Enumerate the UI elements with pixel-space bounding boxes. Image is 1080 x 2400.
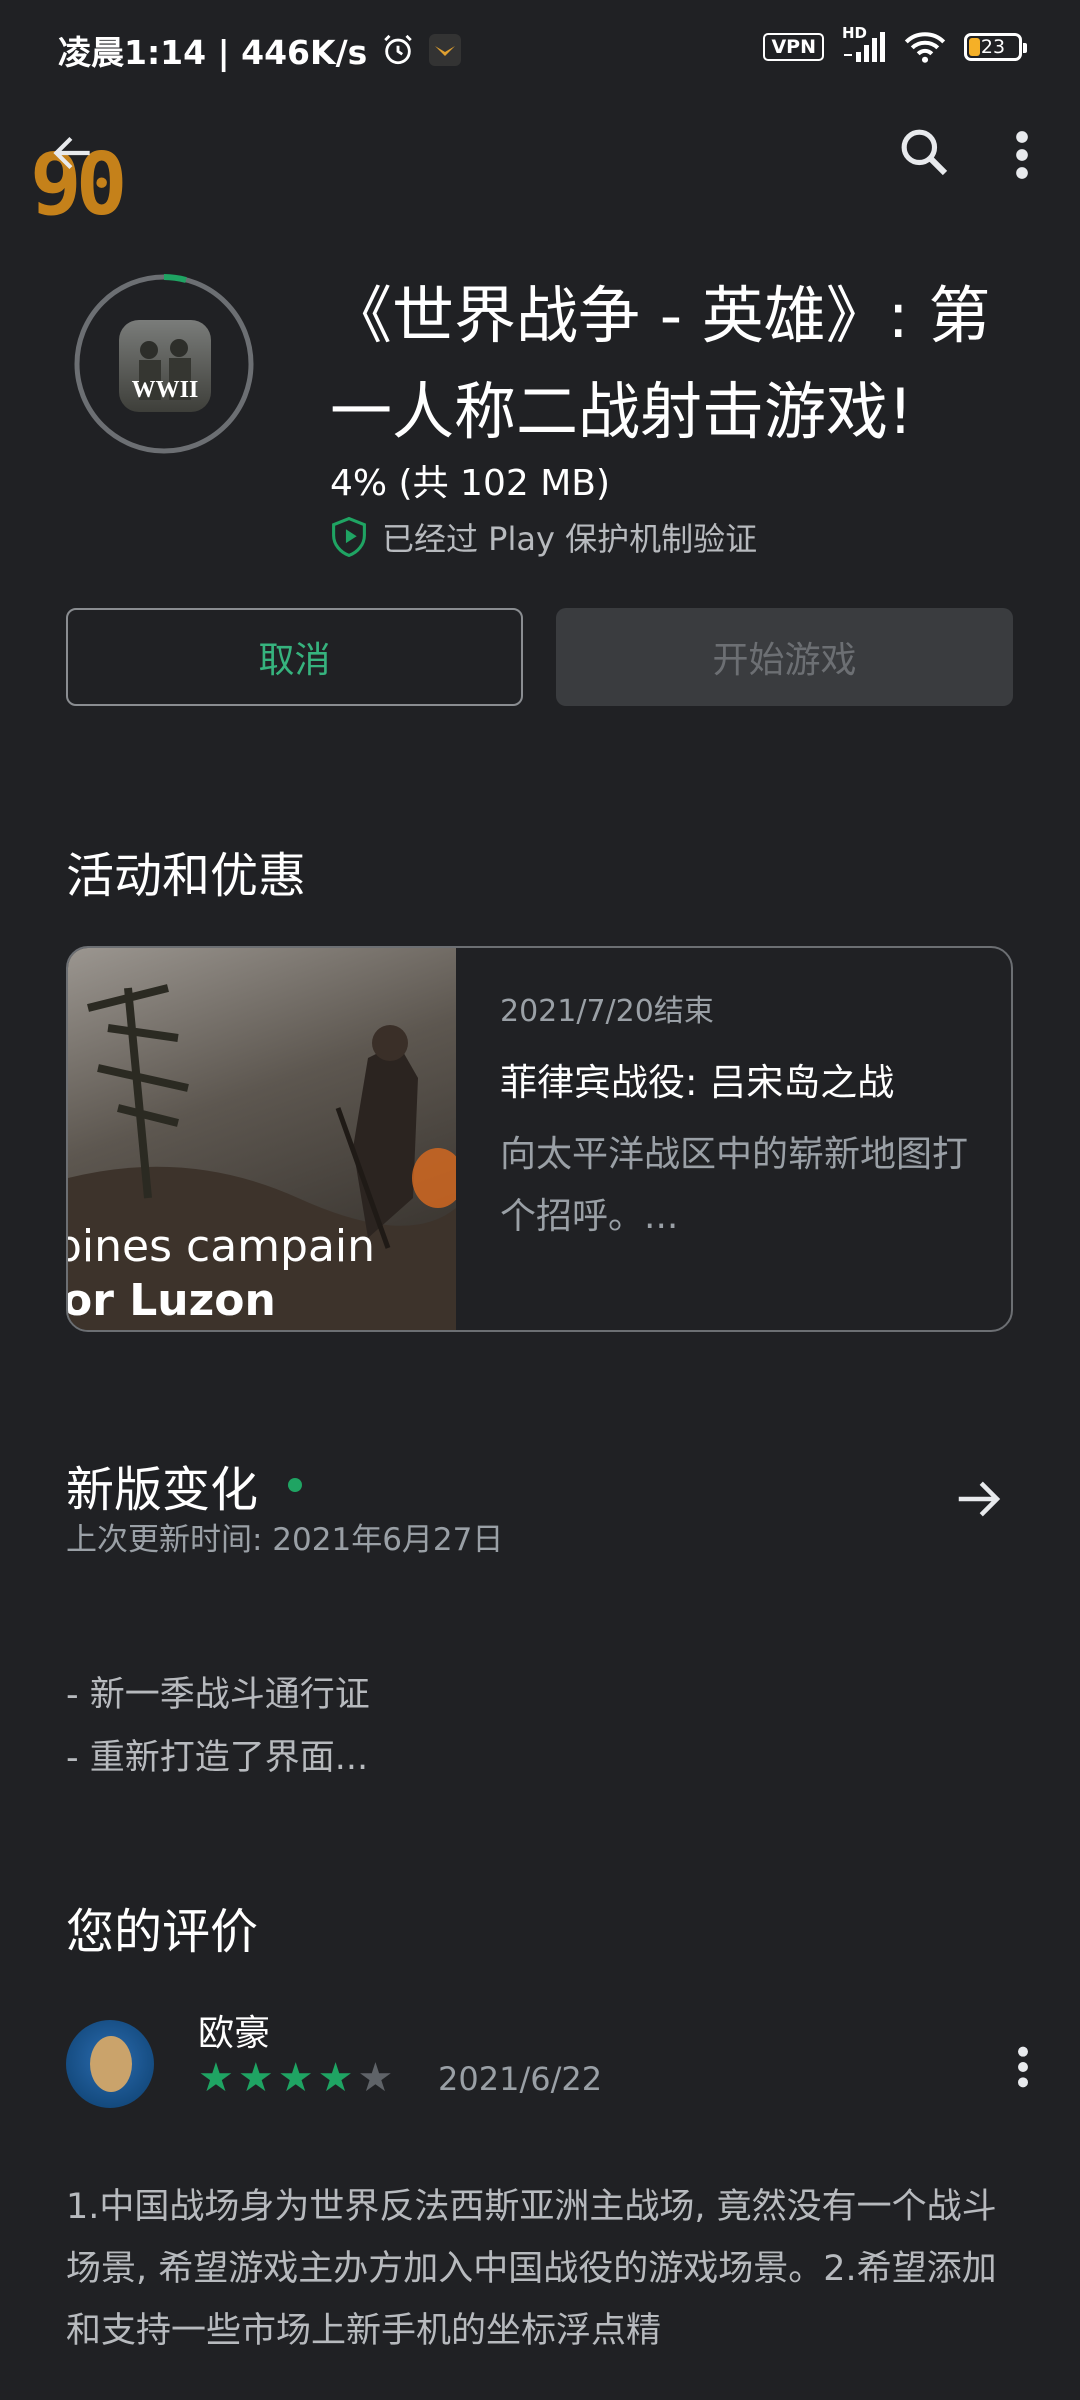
star-rating: ★ ★ ★ ★ ★ xyxy=(198,2056,393,2100)
star-icon: ★ xyxy=(198,2055,234,2101)
review-section-title: 您的评价 xyxy=(66,1904,259,1960)
app-icon: WWII xyxy=(119,320,211,412)
more-options-button[interactable] xyxy=(1012,128,1032,186)
shield-play-icon xyxy=(332,517,366,557)
promo-section-title: 活动和优惠 xyxy=(66,848,307,904)
reviewer-name: 欧豪 xyxy=(198,2013,271,2054)
status-bar-left: 凌晨1:14 | 446K/s xyxy=(58,26,462,74)
whats-new-arrow-button[interactable] xyxy=(952,1472,1006,1530)
more-vert-icon xyxy=(1016,131,1028,179)
app-title: 《世界战争 - 英雄》: 第一人称二战射击游戏! xyxy=(330,279,991,448)
changelog-item: - 重新打造了界面... xyxy=(66,1738,369,1778)
last-updated: 上次更新时间: 2021年6月27日 xyxy=(66,1522,504,1558)
play-protect-badge: 已经过 Play 保护机制验证 xyxy=(330,514,757,560)
battery-icon: 23 xyxy=(964,33,1027,61)
signal-icon: HD xyxy=(842,24,886,64)
star-icon: ★ xyxy=(277,2055,314,2101)
star-icon: ★ xyxy=(237,2055,274,2101)
app-notification-icon xyxy=(429,34,462,66)
promo-title: 菲律宾战役: 吕宋岛之战 xyxy=(500,1061,895,1104)
star-icon: ★ xyxy=(317,2055,354,2101)
back-button[interactable] xyxy=(48,128,108,188)
alarm-icon xyxy=(384,34,413,65)
whats-new-title: 新版变化 xyxy=(66,1462,259,1518)
arrow-right-icon xyxy=(958,1481,1001,1517)
whats-new-header[interactable]: 新版变化 xyxy=(66,1450,303,1520)
wifi-icon xyxy=(904,32,946,63)
review-text: 1.中国战场身为世界反法西斯亚洲主战场, 竟然没有一个战斗场景, 希望游戏主办方… xyxy=(66,2187,997,2351)
search-icon xyxy=(901,129,948,176)
vpn-badge: VPN xyxy=(763,33,824,61)
more-vert-icon xyxy=(1018,2046,1028,2088)
promo-image: pines campain or Luzon xyxy=(68,948,456,1330)
new-indicator-dot xyxy=(288,1478,303,1492)
review-date: 2021/6/22 xyxy=(438,2060,603,2098)
changelog-list: - 新一季战斗通行证 - 重新打造了界面... xyxy=(66,1664,370,1790)
download-progress-text: 4% (共 102 MB) xyxy=(330,463,611,504)
promo-date: 2021/7/20结束 xyxy=(500,994,714,1029)
star-icon: ★ xyxy=(357,2055,394,2101)
status-bar-right: VPN HD 23 xyxy=(763,24,1027,64)
avatar xyxy=(66,2020,154,2108)
status-time: 凌晨1:14 | 446K/s xyxy=(58,33,368,72)
changelog-item: - 新一季战斗通行证 xyxy=(66,1675,370,1715)
play-button[interactable]: 开始游戏 xyxy=(556,608,1013,706)
promo-description: 向太平洋战区中的崭新地图打个招呼。... xyxy=(500,1134,969,1237)
promo-card[interactable]: pines campain or Luzon 2021/7/20结束 菲律宾战役… xyxy=(66,946,1013,1332)
review-more-button[interactable] xyxy=(1014,2044,1032,2094)
search-button[interactable] xyxy=(896,124,952,184)
back-arrow-icon xyxy=(53,136,90,170)
cancel-button[interactable]: 取消 xyxy=(66,608,523,706)
